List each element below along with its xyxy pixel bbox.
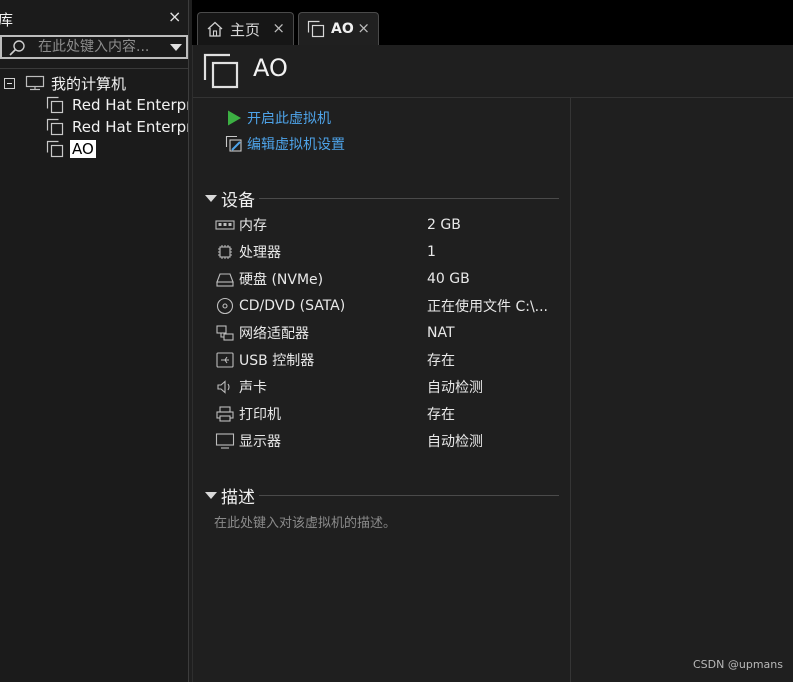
device-row-display[interactable]: 显示器 自动检测 xyxy=(215,430,565,452)
library-title: 库 xyxy=(0,11,14,29)
edit-vm-settings-link[interactable]: 编辑虚拟机设置 xyxy=(225,134,345,154)
sound-card-icon xyxy=(217,380,230,394)
device-value: 存在 xyxy=(427,407,455,423)
library-header: 库 × xyxy=(0,5,189,33)
search-dropdown-arrow-icon[interactable] xyxy=(170,44,182,51)
device-name: USB 控制器 xyxy=(239,353,315,369)
device-name: 硬盘 (NVMe) xyxy=(239,272,324,288)
tree-item-vm[interactable]: Red Hat Enterprise Linux xyxy=(46,116,188,138)
device-value: 自动检测 xyxy=(427,434,483,450)
section-divider xyxy=(259,197,559,199)
close-tab-icon[interactable]: × xyxy=(272,19,285,37)
memory-icon xyxy=(215,220,235,230)
device-name: 显示器 xyxy=(239,434,281,450)
tree-item-label: Red Hat Enterprise Linux xyxy=(72,118,188,136)
vm-icon xyxy=(203,53,239,89)
device-name: 处理器 xyxy=(239,245,281,261)
hard-disk-icon xyxy=(216,273,234,287)
tree-item-my-computer[interactable]: 我的计算机 xyxy=(4,72,188,94)
device-name: CD/DVD (SATA) xyxy=(239,298,346,314)
device-value: 1 xyxy=(427,244,436,260)
tree-item-vm[interactable]: Red Hat Enterprise Linux xyxy=(46,94,188,116)
device-row-cd-dvd[interactable]: CD/DVD (SATA) 正在使用文件 C:\... xyxy=(215,295,565,317)
computer-icon xyxy=(25,75,45,91)
title-divider xyxy=(193,97,793,98)
action-label: 编辑虚拟机设置 xyxy=(247,137,345,153)
device-row-hard-disk[interactable]: 硬盘 (NVMe) 40 GB xyxy=(215,268,565,290)
play-icon xyxy=(228,110,241,126)
collapse-arrow-icon[interactable] xyxy=(205,491,217,499)
device-value: 40 GB xyxy=(427,271,470,287)
vm-icon xyxy=(46,96,64,114)
device-value: NAT xyxy=(427,325,455,341)
device-row-memory[interactable]: 内存 2 GB xyxy=(215,214,565,236)
device-row-processor[interactable]: 处理器 1 xyxy=(215,241,565,263)
tab-label: 主页 xyxy=(230,20,261,39)
power-on-vm-link[interactable]: 开启此虚拟机 xyxy=(225,108,331,128)
device-value: 2 GB xyxy=(427,217,461,233)
device-row-usb-controller[interactable]: USB 控制器 存在 xyxy=(215,349,565,371)
device-value: 存在 xyxy=(427,353,455,369)
library-search-input[interactable] xyxy=(38,38,160,56)
device-name: 打印机 xyxy=(239,407,281,423)
tab-ao[interactable]: AO × xyxy=(298,12,379,45)
vm-icon xyxy=(46,140,64,158)
library-search-box[interactable] xyxy=(0,35,188,59)
close-tab-icon[interactable]: × xyxy=(357,19,370,37)
device-name: 网络适配器 xyxy=(239,326,309,342)
usb-icon xyxy=(216,352,234,368)
display-icon xyxy=(215,433,235,449)
library-divider xyxy=(0,68,188,69)
search-icon xyxy=(9,40,25,56)
tab-label: AO xyxy=(331,21,354,37)
edit-settings-icon xyxy=(225,135,242,152)
vm-icon xyxy=(307,20,325,38)
device-row-network-adapter[interactable]: 网络适配器 NAT xyxy=(215,322,565,344)
device-row-sound-card[interactable]: 声卡 自动检测 xyxy=(215,376,565,398)
device-row-printer[interactable]: 打印机 存在 xyxy=(215,403,565,425)
tab-bar: 主页 × AO × xyxy=(192,0,793,45)
vm-icon xyxy=(46,118,64,136)
cpu-icon xyxy=(218,245,232,259)
library-close-button[interactable]: × xyxy=(168,7,181,26)
home-icon xyxy=(207,21,223,37)
action-label: 开启此虚拟机 xyxy=(247,111,331,127)
section-title: 描述 xyxy=(221,487,255,508)
tree-item-label: 我的计算机 xyxy=(51,74,127,93)
device-name: 内存 xyxy=(239,218,267,234)
description-input[interactable]: 在此处键入对该虚拟机的描述。 xyxy=(214,512,396,531)
device-value: 自动检测 xyxy=(427,380,483,396)
section-title: 设备 xyxy=(221,190,255,211)
tree-item-label: Red Hat Enterprise Linux xyxy=(72,96,188,114)
collapse-icon[interactable] xyxy=(4,77,15,89)
page-title: AO xyxy=(253,54,288,82)
description-section-header[interactable]: 描述 xyxy=(205,485,559,508)
collapse-arrow-icon[interactable] xyxy=(205,194,217,202)
section-divider xyxy=(259,494,559,496)
tab-home[interactable]: 主页 × xyxy=(197,12,294,45)
device-value: 正在使用文件 C:\... xyxy=(427,299,549,315)
vm-summary-page: AO 开启此虚拟机 编辑虚拟机设置 设备 内存 2 GB 处理器 1 硬盘 (N… xyxy=(192,45,793,682)
tree-item-label: AO xyxy=(70,140,96,158)
tree-item-vm-selected[interactable]: AO xyxy=(46,138,188,160)
watermark: CSDN @upmans xyxy=(693,658,783,671)
column-divider xyxy=(570,98,571,682)
device-name: 声卡 xyxy=(239,380,267,396)
printer-icon xyxy=(216,406,234,422)
devices-section-header[interactable]: 设备 xyxy=(205,188,559,211)
library-panel: 库 × 我的计算机 Red Hat Enterprise Linux xyxy=(0,0,189,682)
network-adapter-icon xyxy=(216,325,234,341)
cd-dvd-icon xyxy=(216,297,234,315)
